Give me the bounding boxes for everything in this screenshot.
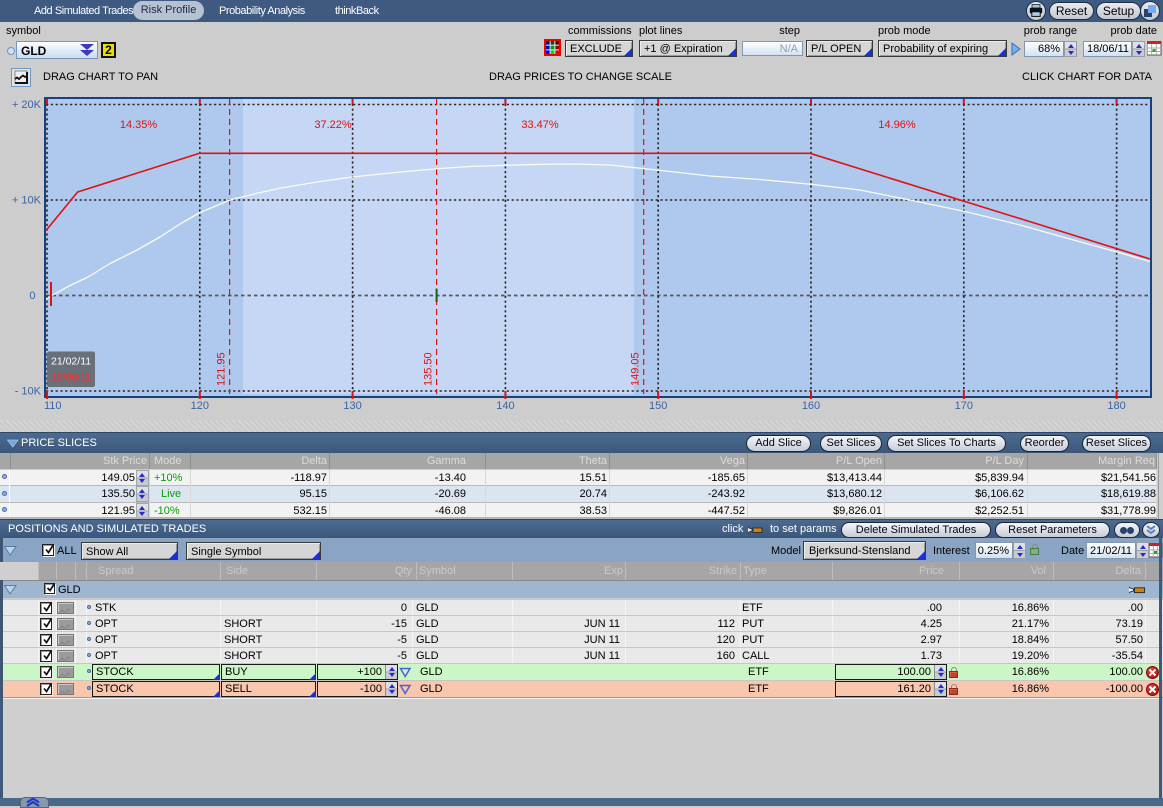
- svg-text:18/06/11: 18/06/11: [51, 372, 91, 384]
- svg-text:130: 130: [343, 400, 361, 412]
- svg-text:170: 170: [955, 400, 973, 412]
- svg-text:21/02/11: 21/02/11: [51, 356, 91, 368]
- svg-text:37.22%: 37.22%: [314, 119, 352, 131]
- svg-text:149.05: 149.05: [630, 352, 642, 386]
- svg-text:110: 110: [44, 400, 62, 412]
- svg-text:0: 0: [29, 290, 35, 302]
- svg-text:121.95: 121.95: [216, 352, 228, 386]
- svg-text:120: 120: [191, 400, 209, 412]
- svg-text:- 10K: - 10K: [15, 386, 42, 398]
- svg-text:135.50: 135.50: [423, 352, 435, 386]
- svg-text:+ 10K: + 10K: [12, 195, 42, 207]
- svg-text:14.35%: 14.35%: [120, 119, 158, 131]
- svg-text:160: 160: [802, 400, 820, 412]
- svg-text:140: 140: [496, 400, 514, 412]
- svg-text:180: 180: [1107, 400, 1125, 412]
- svg-text:14.96%: 14.96%: [878, 119, 916, 131]
- svg-text:150: 150: [649, 400, 667, 412]
- svg-text:33.47%: 33.47%: [521, 119, 559, 131]
- svg-text:+ 20K: + 20K: [12, 99, 42, 111]
